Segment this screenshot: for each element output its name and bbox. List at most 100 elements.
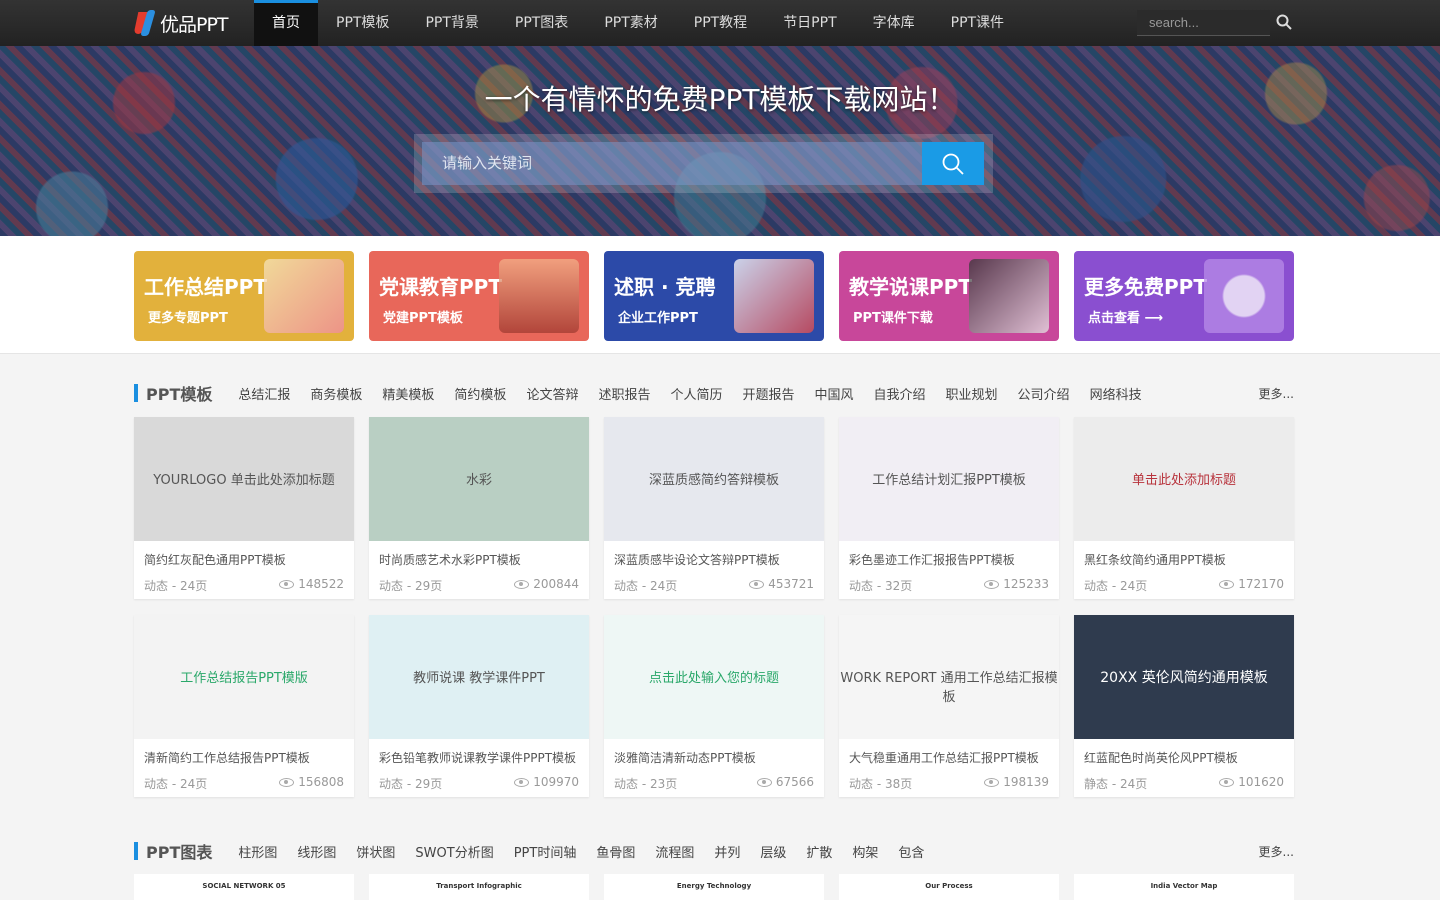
search-icon[interactable]	[1276, 14, 1292, 30]
template-meta: 动态 - 32页	[849, 579, 913, 593]
tag-link[interactable]: 精美模板	[382, 384, 434, 403]
template-title[interactable]: 简约红灰配色通用PPT模板	[144, 551, 344, 568]
hero-search-input[interactable]	[422, 142, 922, 185]
template-title[interactable]: 彩色铅笔教师说课教学课件PPPT模板	[379, 749, 579, 766]
top-search-input[interactable]	[1137, 10, 1270, 36]
template-title[interactable]: 彩色墨迹工作汇报报告PPT模板	[849, 551, 1049, 568]
template-thumbnail[interactable]: 深蓝质感简约答辩模板	[604, 417, 824, 541]
banner-more-free[interactable]: 更多免费PPT 点击查看 ⟶	[1074, 251, 1294, 341]
banner-job-report[interactable]: 述职 · 竞聘 企业工作PPT	[604, 251, 824, 341]
template-card[interactable]: 工作总结报告PPT模版 清新简约工作总结报告PPT模板 动态 - 24页 156808	[134, 615, 354, 797]
template-card[interactable]: 深蓝质感简约答辩模板 深蓝质感毕设论文答辩PPT模板 动态 - 24页 453721	[604, 417, 824, 599]
eye-icon	[984, 777, 1000, 787]
template-thumbnail[interactable]: WORK REPORT 通用工作总结汇报模板	[839, 615, 1059, 739]
banner-party-education[interactable]: 党课教育PPT 党建PPT模板	[369, 251, 589, 341]
tag-link[interactable]: 公司介绍	[1018, 384, 1070, 403]
nav-item-ppt-charts[interactable]: PPT图表	[497, 0, 586, 46]
tag-link[interactable]: 构架	[852, 842, 878, 861]
template-thumbnail[interactable]: 单击此处添加标题	[1074, 417, 1294, 541]
template-thumbnail[interactable]: 工作总结计划汇报PPT模板	[839, 417, 1059, 541]
template-meta: 动态 - 29页	[379, 579, 443, 593]
chart-card[interactable]: Transport Infographic	[369, 874, 589, 900]
logo-text: 优品PPT	[160, 13, 229, 36]
eye-icon	[749, 579, 765, 589]
tag-link[interactable]: 个人简历	[670, 384, 722, 403]
tag-link[interactable]: 职业规划	[946, 384, 998, 403]
template-title[interactable]: 大气稳重通用工作总结汇报PPT模板	[849, 749, 1049, 766]
nav-item-ppt-courseware[interactable]: PPT课件	[933, 0, 1022, 46]
template-card[interactable]: 点击此处输入您的标题 淡雅简洁清新动态PPT模板 动态 - 23页 67566	[604, 615, 824, 797]
template-title[interactable]: 清新简约工作总结报告PPT模板	[144, 749, 344, 766]
nav-item-holiday-ppt[interactable]: 节日PPT	[765, 0, 854, 46]
hero-title: 一个有情怀的免费PPT模板下载网站！	[484, 83, 956, 116]
template-title[interactable]: 淡雅简洁清新动态PPT模板	[614, 749, 814, 766]
tag-link[interactable]: 商务模板	[310, 384, 362, 403]
tag-link[interactable]: 流程图	[655, 842, 694, 861]
banner-teaching[interactable]: 教学说课PPT PPT课件下载	[839, 251, 1059, 341]
template-title[interactable]: 时尚质感艺术水彩PPT模板	[379, 551, 579, 568]
nav-item-fonts[interactable]: 字体库	[855, 0, 933, 46]
chart-card-title: Energy Technology	[676, 882, 752, 890]
site-logo[interactable]: 优品PPT	[133, 6, 229, 40]
template-thumbnail[interactable]: YOURLOGO 单击此处添加标题	[134, 417, 354, 541]
section-title[interactable]: PPT图表	[146, 839, 212, 863]
nav-item-ppt-backgrounds[interactable]: PPT背景	[407, 0, 496, 46]
chart-card-title: Our Process	[925, 882, 973, 890]
template-thumbnail[interactable]: 工作总结报告PPT模版	[134, 615, 354, 739]
tag-link[interactable]: 饼状图	[356, 842, 395, 861]
eye-icon	[984, 579, 1000, 589]
tag-link[interactable]: 简约模板	[454, 384, 506, 403]
tag-link[interactable]: 包含	[898, 842, 924, 861]
tag-link[interactable]: 述职报告	[598, 384, 650, 403]
tag-link[interactable]: SWOT分析图	[415, 842, 493, 861]
template-thumbnail[interactable]: 水彩	[369, 417, 589, 541]
section-header-ppt-charts: PPT图表 柱形图 线形图 饼状图 SWOT分析图 PPT时间轴 鱼骨图 流程图…	[134, 840, 1294, 862]
nav-item-home[interactable]: 首页	[254, 0, 318, 46]
template-card[interactable]: 教师说课 教学课件PPT 彩色铅笔教师说课教学课件PPPT模板 动态 - 29页 10…	[369, 615, 589, 797]
template-card[interactable]: 20XX 英伦风简约通用模板 红蓝配色时尚英伦风PPT模板 静态 - 24页 1016…	[1074, 615, 1294, 797]
template-thumbnail[interactable]: 教师说课 教学课件PPT	[369, 615, 589, 739]
nav-item-ppt-tutorials[interactable]: PPT教程	[676, 0, 765, 46]
nav-item-ppt-templates[interactable]: PPT模板	[318, 0, 407, 46]
chart-card[interactable]: Energy Technology	[604, 874, 824, 900]
template-title[interactable]: 黑红条纹简约通用PPT模板	[1084, 551, 1284, 568]
view-count-value: 200844	[533, 577, 579, 591]
template-thumbnail[interactable]: 点击此处输入您的标题	[604, 615, 824, 739]
template-title[interactable]: 红蓝配色时尚英伦风PPT模板	[1084, 749, 1284, 766]
eye-icon	[279, 777, 295, 787]
thumbnail-text: 工作总结计划汇报PPT模板	[872, 473, 1026, 488]
template-card[interactable]: 单击此处添加标题 黑红条纹简约通用PPT模板 动态 - 24页 172170	[1074, 417, 1294, 599]
tag-link[interactable]: 论文答辩	[526, 384, 578, 403]
hero-search-button[interactable]	[922, 142, 984, 185]
chart-card[interactable]: SOCIAL NETWORK 05	[134, 874, 354, 900]
tag-link[interactable]: PPT时间轴	[514, 842, 577, 861]
more-link[interactable]: 更多...	[1259, 843, 1294, 860]
chart-card[interactable]: Our Process	[839, 874, 1059, 900]
tag-link[interactable]: 线形图	[297, 842, 336, 861]
tag-link[interactable]: 中国风	[815, 384, 854, 403]
template-card[interactable]: 工作总结计划汇报PPT模板 彩色墨迹工作汇报报告PPT模板 动态 - 32页 1252…	[839, 417, 1059, 599]
template-title[interactable]: 深蓝质感毕设论文答辩PPT模板	[614, 551, 814, 568]
tag-link[interactable]: 柱形图	[238, 842, 277, 861]
template-card[interactable]: YOURLOGO 单击此处添加标题 简约红灰配色通用PPT模板 动态 - 24页 14…	[134, 417, 354, 599]
section-title[interactable]: PPT模板	[146, 381, 212, 405]
template-card[interactable]: WORK REPORT 通用工作总结汇报模板 大气稳重通用工作总结汇报PPT模板动…	[839, 615, 1059, 797]
more-link[interactable]: 更多...	[1259, 385, 1294, 402]
tag-link[interactable]: 鱼骨图	[596, 842, 635, 861]
tag-link[interactable]: 层级	[760, 842, 786, 861]
tag-link[interactable]: 总结汇报	[238, 384, 290, 403]
tag-link[interactable]: 并列	[714, 842, 740, 861]
chart-card[interactable]: India Vector Map	[1074, 874, 1294, 900]
banner-title: 更多免费PPT	[1084, 275, 1207, 299]
tag-link[interactable]: 网络科技	[1090, 384, 1142, 403]
view-count: 172170	[1219, 577, 1284, 591]
tag-link[interactable]: 开题报告	[742, 384, 794, 403]
eye-icon	[279, 579, 295, 589]
template-card[interactable]: 水彩时尚质感艺术水彩PPT模板 动态 - 29页 200844	[369, 417, 589, 599]
banner-subtitle: 党建PPT模板	[383, 311, 463, 326]
template-thumbnail[interactable]: 20XX 英伦风简约通用模板	[1074, 615, 1294, 739]
nav-item-ppt-materials[interactable]: PPT素材	[586, 0, 675, 46]
banner-work-summary[interactable]: 工作总结PPT 更多专题PPT	[134, 251, 354, 341]
tag-link[interactable]: 自我介绍	[874, 384, 926, 403]
tag-link[interactable]: 扩散	[806, 842, 832, 861]
